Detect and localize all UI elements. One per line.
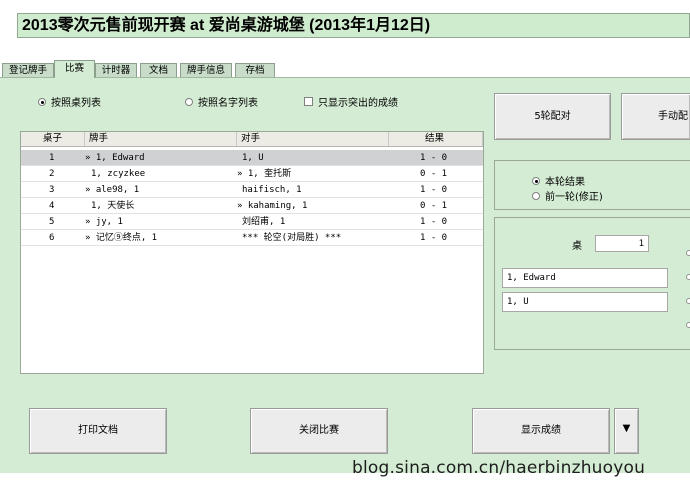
- show-results-button[interactable]: 显示成绩: [472, 408, 610, 454]
- radio-selected-icon: [38, 97, 46, 106]
- player-a-field[interactable]: 1, Edward: [502, 268, 668, 288]
- table-row[interactable]: 2 1, zcyzkee » 1, 奎托斯 0 - 1: [21, 166, 483, 182]
- header-player[interactable]: 牌手: [85, 132, 237, 146]
- table-row[interactable]: 5 » jy, 1 刘绍甫, 1 1 - 0: [21, 214, 483, 230]
- cell-player: » 记忆⑨终点, 1: [85, 233, 158, 243]
- header-result[interactable]: 结果: [389, 132, 483, 146]
- current-round-radio[interactable]: 本轮结果: [532, 173, 585, 188]
- cell-table: 4: [49, 201, 55, 211]
- sort-by-table-radio[interactable]: 按照桌列表: [38, 94, 101, 109]
- cell-result: 0 - 1: [420, 169, 448, 179]
- cell-result: 1 - 0: [420, 233, 448, 243]
- cell-opponent: » 1, 奎托斯: [237, 169, 292, 179]
- results-dropdown-button[interactable]: ▼: [614, 408, 639, 454]
- cell-player: » ale98, 1: [85, 185, 140, 195]
- header-table[interactable]: 桌子: [21, 132, 85, 146]
- print-documents-button[interactable]: 打印文档: [29, 408, 167, 454]
- header-opponent[interactable]: 对手: [237, 132, 389, 146]
- tab-documents[interactable]: 文档: [140, 63, 177, 77]
- dropdown-arrow-icon: ▼: [622, 423, 631, 434]
- cell-player: » 1, Edward: [85, 153, 145, 163]
- cell-opponent: 1, U: [242, 153, 264, 163]
- tab-match[interactable]: 比赛: [54, 60, 95, 78]
- cell-opponent: *** 轮空(对局胜) ***: [242, 233, 342, 243]
- pairings-table: 桌子 牌手 对手 结果 1 » 1, Edward 1, U 1 - 0 2 1…: [20, 131, 484, 374]
- checkbox-icon: [304, 97, 313, 106]
- cell-player: 1, 天使长: [91, 201, 135, 211]
- player-b-field[interactable]: 1, U: [502, 292, 668, 312]
- watermark: blog.sina.com.cn/haerbinzhuoyou: [352, 458, 646, 478]
- table-row[interactable]: 1 » 1, Edward 1, U 1 - 0: [21, 150, 483, 166]
- cell-table: 3: [49, 185, 55, 195]
- highlight-only-label: 只显示突出的成绩: [318, 98, 398, 109]
- highlight-only-checkbox[interactable]: 只显示突出的成绩: [304, 94, 398, 109]
- result-option-radio[interactable]: [686, 274, 690, 280]
- close-match-button[interactable]: 关闭比赛: [250, 408, 388, 454]
- window-title: 2013零次元售前现开赛 at 爱尚桌游城堡 (2013年1月12日): [17, 13, 690, 38]
- table-header: 桌子 牌手 对手 结果: [21, 132, 483, 147]
- current-round-label: 本轮结果: [545, 177, 585, 188]
- previous-round-radio[interactable]: 前一轮(修正): [532, 188, 603, 203]
- previous-round-label: 前一轮(修正): [545, 192, 603, 203]
- table-number-field[interactable]: 1: [595, 235, 649, 252]
- cell-player: 1, zcyzkee: [91, 169, 146, 179]
- result-option-radio[interactable]: [686, 298, 690, 304]
- cell-table: 5: [49, 217, 55, 227]
- cell-result: 1 - 0: [420, 153, 448, 163]
- tab-register-players[interactable]: 登记牌手: [2, 63, 54, 77]
- result-option-radio[interactable]: [686, 322, 690, 328]
- cell-opponent: 刘绍甫, 1: [242, 217, 286, 227]
- cell-table: 1: [49, 153, 55, 163]
- sort-by-table-label: 按照桌列表: [51, 98, 101, 109]
- table-row[interactable]: 6 » 记忆⑨终点, 1 *** 轮空(对局胜) *** 1 - 0: [21, 230, 483, 246]
- radio-empty-icon: [185, 97, 193, 106]
- cell-table: 2: [49, 169, 55, 179]
- cell-result: 1 - 0: [420, 185, 448, 195]
- table-row[interactable]: 3 » ale98, 1 haifisch, 1 1 - 0: [21, 182, 483, 198]
- cell-result: 1 - 0: [420, 217, 448, 227]
- cell-opponent: haifisch, 1: [242, 185, 302, 195]
- cell-player: » jy, 1: [85, 217, 123, 227]
- tab-player-info[interactable]: 牌手信息: [180, 63, 232, 77]
- cell-table: 6: [49, 233, 55, 243]
- tab-archive[interactable]: 存档: [235, 63, 275, 77]
- manual-pair-button[interactable]: 手动配: [621, 93, 690, 140]
- radio-selected-icon: [532, 176, 540, 185]
- result-option-radio[interactable]: [686, 250, 690, 256]
- pair-round-button[interactable]: 5轮配对: [494, 93, 611, 140]
- table-row[interactable]: 4 1, 天使长 » kahaming, 1 0 - 1: [21, 198, 483, 214]
- sort-by-name-radio[interactable]: 按照名字列表: [185, 94, 258, 109]
- cell-result: 0 - 1: [420, 201, 448, 211]
- table-number-label: 桌: [572, 241, 582, 252]
- radio-empty-icon: [532, 191, 540, 200]
- tab-timer[interactable]: 计时器: [95, 63, 137, 77]
- sort-by-name-label: 按照名字列表: [198, 98, 258, 109]
- cell-opponent: » kahaming, 1: [237, 201, 308, 211]
